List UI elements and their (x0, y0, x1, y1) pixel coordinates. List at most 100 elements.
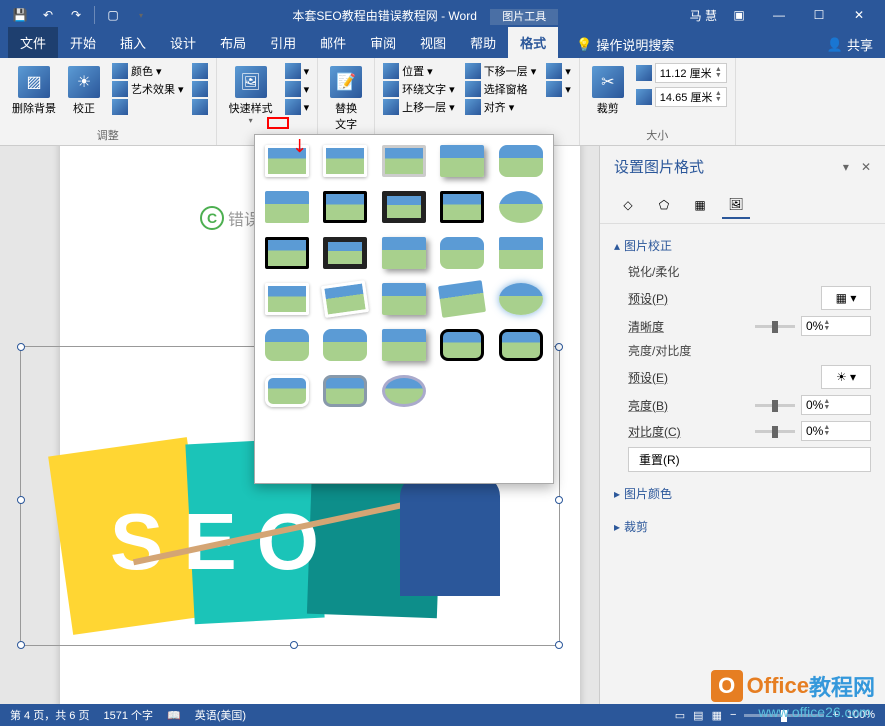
style-moderate-frame-black[interactable] (319, 233, 371, 273)
style-beveled-matte[interactable] (319, 141, 371, 181)
undo-icon[interactable]: ↶ (36, 3, 60, 27)
layout-button[interactable]: ▾ (283, 98, 312, 116)
web-layout-icon[interactable]: ▦ (712, 709, 722, 722)
style-reflected-bevel-black[interactable] (495, 325, 547, 365)
language-indicator[interactable]: 英语(美国) (195, 707, 246, 723)
style-perspective-shadow[interactable] (378, 279, 430, 319)
adjust-btn-2[interactable] (190, 80, 210, 98)
tab-file[interactable]: 文件 (8, 27, 58, 58)
share-button[interactable]: 👤 共享 (815, 31, 885, 58)
style-moderate-frame-white[interactable] (261, 279, 313, 319)
section-corrections[interactable]: ▴ 图片校正 (614, 234, 871, 257)
style-compound-frame-black[interactable] (261, 233, 313, 273)
panel-tab-layout[interactable]: ▦ (686, 191, 714, 219)
style-center-shadow[interactable] (378, 233, 430, 273)
tab-design[interactable]: 设计 (158, 27, 208, 58)
height-field[interactable]: 11.12 厘米▲▼ (634, 62, 729, 84)
bring-forward-button[interactable]: 上移一层 ▾ (381, 98, 457, 116)
color-button[interactable]: 颜色 ▾ (110, 62, 186, 80)
read-mode-icon[interactable]: ▭ (675, 709, 685, 722)
corrections-button[interactable]: ☀ 校正 (62, 62, 106, 120)
save-icon[interactable]: 💾 (8, 3, 32, 27)
spell-check-icon[interactable]: 📖 (167, 709, 181, 722)
tell-me-search[interactable]: 💡 操作说明搜索 (568, 31, 682, 58)
style-beveled-oval-black[interactable] (495, 187, 547, 227)
align-button[interactable]: 对齐 ▾ (463, 98, 539, 116)
maximize-icon[interactable]: ☐ (801, 0, 837, 30)
section-crop[interactable]: ▸ 裁剪 (614, 515, 871, 538)
panel-dropdown-icon[interactable]: ▾ (843, 160, 849, 174)
adjust-btn-1[interactable] (190, 62, 210, 80)
artistic-effects-button[interactable]: 艺术效果 ▾ (110, 80, 186, 98)
style-reflected-bevel-white[interactable] (261, 371, 313, 411)
style-rotated-white[interactable] (319, 279, 371, 319)
remove-background-button[interactable]: ▨ 删除背景 (6, 62, 62, 120)
close-icon[interactable]: ✕ (841, 0, 877, 30)
adjust-btn-3[interactable] (190, 98, 210, 116)
contrast-input[interactable]: 0%▲▼ (801, 421, 871, 441)
brightness-slider[interactable] (755, 404, 795, 407)
style-metal-rounded[interactable] (319, 371, 371, 411)
border-button[interactable]: ▾ (283, 62, 312, 80)
style-snip-diagonal-white[interactable] (495, 233, 547, 273)
tab-help[interactable]: 帮助 (458, 27, 508, 58)
preset-e-button[interactable]: ☀ ▾ (821, 365, 871, 389)
tab-format[interactable]: 格式 (508, 27, 558, 58)
width-field[interactable]: 14.65 厘米▲▼ (634, 86, 729, 108)
preset-p-button[interactable]: ▦ ▾ (821, 286, 871, 310)
style-relaxed-perspective[interactable] (436, 279, 488, 319)
clarity-input[interactable]: 0%▲▼ (801, 316, 871, 336)
position-button[interactable]: 位置 ▾ (381, 62, 457, 80)
user-name[interactable]: 马 慧 (690, 7, 717, 24)
style-metal-frame[interactable] (378, 141, 430, 181)
print-layout-icon[interactable]: ▤ (693, 709, 703, 722)
redo-icon[interactable]: ↷ (64, 3, 88, 27)
send-backward-button[interactable]: 下移一层 ▾ (463, 62, 539, 80)
alt-text-button[interactable]: 📝 替换 文字 (324, 62, 368, 136)
compress-button[interactable] (110, 98, 186, 116)
tab-view[interactable]: 视图 (408, 27, 458, 58)
tab-insert[interactable]: 插入 (108, 27, 158, 58)
tab-references[interactable]: 引用 (258, 27, 308, 58)
style-soft-edge-oval[interactable] (495, 279, 547, 319)
style-reflected-perspective[interactable] (378, 325, 430, 365)
crop-button[interactable]: ✂ 裁剪 (586, 62, 630, 120)
word-count[interactable]: 1571 个字 (103, 707, 153, 723)
minimize-icon[interactable]: — (761, 0, 797, 30)
tab-review[interactable]: 审阅 (358, 27, 408, 58)
rotate-button[interactable]: ▾ (544, 80, 573, 98)
style-thick-matte-black[interactable] (378, 187, 430, 227)
clarity-slider[interactable] (755, 325, 795, 328)
style-metal-oval[interactable] (378, 371, 430, 411)
effects-button[interactable]: ▾ (283, 80, 312, 98)
group-button[interactable]: ▾ (544, 62, 573, 80)
qat-btn[interactable]: ▢ (101, 3, 125, 27)
wrap-text-button[interactable]: 环绕文字 ▾ (381, 80, 457, 98)
style-bevel-perspective-left[interactable] (436, 325, 488, 365)
style-simple-frame-black[interactable] (436, 187, 488, 227)
style-rounded-diagonal-white[interactable] (436, 233, 488, 273)
panel-close-icon[interactable]: ✕ (861, 160, 871, 174)
contrast-slider[interactable] (755, 430, 795, 433)
style-reflected-rounded[interactable] (495, 141, 547, 181)
tab-mail[interactable]: 邮件 (308, 27, 358, 58)
style-soft-edge[interactable] (261, 187, 313, 227)
tab-layout[interactable]: 布局 (208, 27, 258, 58)
brightness-input[interactable]: 0%▲▼ (801, 395, 871, 415)
panel-tab-fill[interactable]: ◇ (614, 191, 642, 219)
zoom-out-icon[interactable]: − (730, 709, 736, 721)
selection-pane-button[interactable]: 选择窗格 (463, 80, 539, 98)
style-drop-shadow[interactable] (436, 141, 488, 181)
reset-button[interactable]: 重置(R) (628, 447, 871, 472)
style-bevel-perspective[interactable] (319, 325, 371, 365)
qat-customize-icon[interactable]: ▾ (129, 3, 153, 27)
section-picture-color[interactable]: ▸ 图片颜色 (614, 482, 871, 505)
tab-home[interactable]: 开始 (58, 27, 108, 58)
style-bevel-rectangle[interactable] (261, 325, 313, 365)
panel-tab-effects[interactable]: ⬠ (650, 191, 678, 219)
ribbon: ▨ 删除背景 ☀ 校正 颜色 ▾ 艺术效果 ▾ 调整 🖼 (0, 58, 885, 146)
style-double-frame-black[interactable] (319, 187, 371, 227)
page-indicator[interactable]: 第 4 页，共 6 页 (10, 707, 89, 723)
panel-tab-picture[interactable]: 🖼 (722, 191, 750, 219)
ribbon-options-icon[interactable]: ▣ (721, 0, 757, 30)
